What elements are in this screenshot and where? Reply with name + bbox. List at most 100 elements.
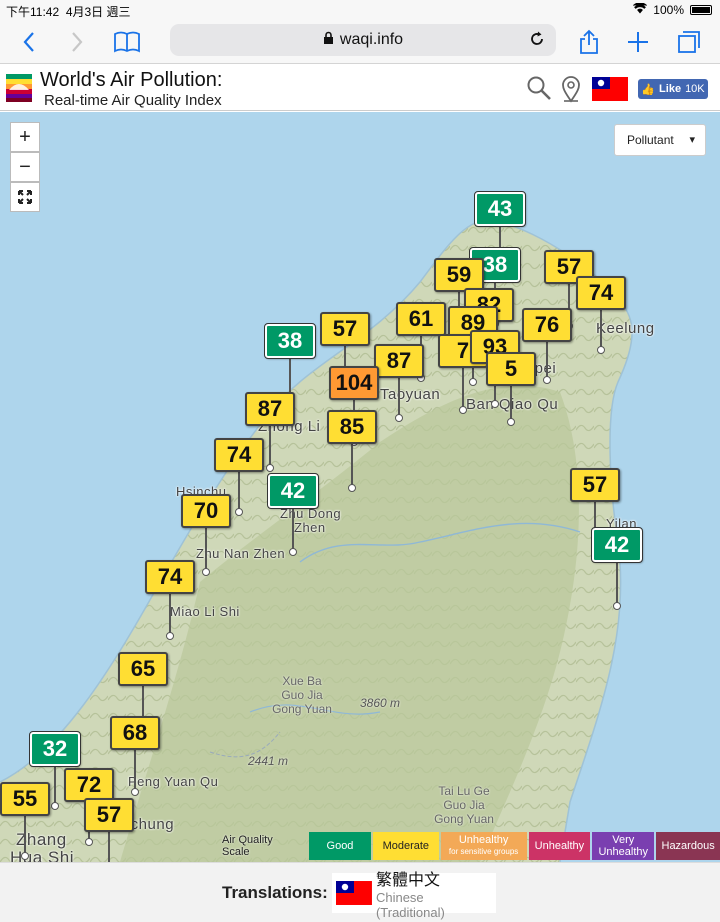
aqi-value: 57 [84,798,134,832]
marker-dot [543,376,551,384]
translations-bar: Translations: 繁體中文 Chinese (Traditional) [0,862,720,922]
aqi-legend: Air Quality Scale Good Moderate Unhealth… [222,831,720,861]
facebook-like-button[interactable]: 👍 Like 10K [638,79,708,99]
city-label: Taoyuan [380,386,441,403]
zoom-out-button[interactable]: − [10,152,40,182]
marker-dot [348,484,356,492]
marker-stem [134,750,136,792]
marker-stem [546,342,548,380]
aqi-value: 87 [374,344,424,378]
aqi-value: 59 [434,258,484,292]
aqi-value: 55 [0,782,50,816]
marker-dot [613,602,621,610]
aqi-value: 74 [214,438,264,472]
legend-unhealthy-sensitive: Unhealthy for sensitive groups [440,832,527,860]
browser-toolbar: waqi.info [0,20,720,64]
marker-dot [469,378,477,386]
marker-stem [600,310,602,350]
fullscreen-button[interactable] [10,182,40,212]
aqi-value: 57 [320,312,370,346]
legend-very-unhealthy: Very Unhealthy [592,832,655,860]
peak-elevation-label: 3860 m [360,696,401,710]
share-button[interactable] [574,27,604,57]
marker-stem [462,368,464,410]
aqi-value: 5 [486,352,536,386]
forward-button[interactable] [62,27,92,57]
city-label: Miao Li Shi [170,604,240,619]
search-icon[interactable] [526,75,552,106]
peak-elevation-label: 2441 m [248,754,289,768]
marker-stem [398,378,400,418]
legend-hazardous: Hazardous [656,832,720,860]
aqi-value: 32 [29,731,81,767]
site-title[interactable]: World's Air Pollution: [40,69,222,92]
aqi-value: 65 [118,652,168,686]
reload-icon[interactable] [528,30,546,53]
marker-dot [85,838,93,846]
marker-stem [238,472,240,512]
location-pin-icon[interactable] [560,75,582,108]
lock-icon [323,31,334,50]
aqi-value: 104 [329,366,379,400]
language-option[interactable]: 繁體中文 Chinese (Traditional) [332,872,496,920]
taiwan-flag-icon [336,881,372,905]
pollutant-select[interactable]: Pollutant [614,124,706,156]
marker-dot [597,346,605,354]
site-header: World's Air Pollution: Real-time Air Qua… [0,65,720,111]
marker-stem [108,832,110,862]
marker-dot [21,852,29,860]
translations-label: Translations: [222,883,328,902]
status-time: 下午11:42 4月3日 週三 [6,5,131,19]
national-park-label: Xue Ba Guo Jia Gong Yuan [272,674,332,716]
address-bar[interactable]: waqi.info [170,24,556,56]
city-label: Peng Yuan Qu [128,774,219,789]
tabs-button[interactable] [674,27,704,57]
marker-stem [616,562,618,606]
site-subtitle: Real-time Air Quality Index [44,92,222,109]
thumbs-up-icon: 👍 [641,83,656,96]
share-icon [580,29,598,54]
national-park-label: Tai Lu Ge Guo Jia Gong Yuan [434,784,494,826]
marker-stem [169,594,171,636]
aqi-value: 61 [396,302,446,336]
city-label: Zhu Dong [280,506,342,521]
city-label: Hua Shi [10,848,74,862]
marker-stem [351,444,353,488]
city-label: Zhu Nan Zhen [196,546,286,561]
legend-unhealthy: Unhealthy [528,832,591,860]
bookmarks-button[interactable] [112,27,142,57]
marker-dot [395,414,403,422]
marker-stem [269,426,271,468]
aqi-value: 74 [145,560,195,594]
legend-moderate: Moderate [372,832,439,860]
chevron-right-icon [72,32,83,52]
status-bar: 下午11:42 4月3日 週三 100% [0,0,720,20]
marker-dot [131,788,139,796]
marker-stem [510,386,512,422]
aqi-value: 76 [522,308,572,342]
aqi-value: 68 [110,716,160,750]
book-icon [114,31,140,53]
city-label: Keelung [596,320,655,337]
marker-dot [51,802,59,810]
aqi-value: 42 [267,473,319,509]
marker-dot [507,418,515,426]
url-text: waqi.info [339,31,404,48]
back-button[interactable] [14,27,44,57]
chevron-left-icon [23,32,34,52]
aqi-value: 87 [245,392,295,426]
marker-stem [205,528,207,572]
waqi-logo[interactable] [6,74,32,102]
aqi-value: 57 [570,468,620,502]
marker-dot [235,508,243,516]
tabs-icon [678,31,700,53]
aqi-value: 43 [474,191,526,227]
zoom-in-button[interactable]: + [10,122,40,152]
battery-percent: 100% [653,3,684,17]
legend-title: Air Quality Scale [222,834,273,858]
aqi-map[interactable]: + − Pollutant Keelung Taoyuan Ban Qiao Q… [0,112,720,862]
aqi-value: 74 [576,276,626,310]
taiwan-flag-icon[interactable] [592,77,628,101]
marker-stem [24,816,26,856]
new-tab-button[interactable] [623,27,653,57]
